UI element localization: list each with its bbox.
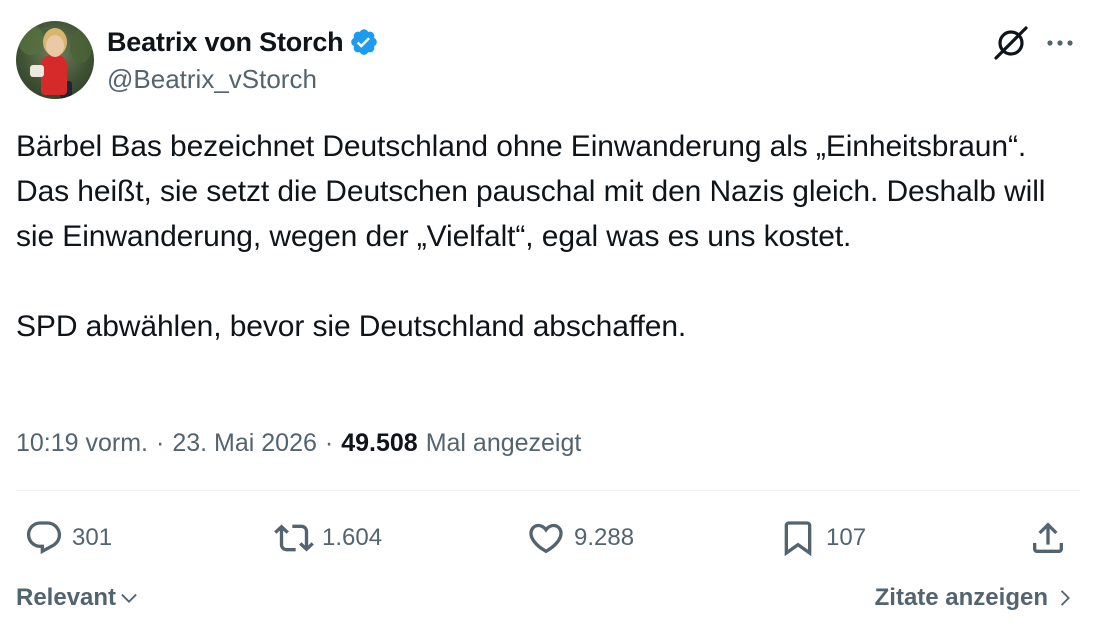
meta-separator: · xyxy=(324,428,334,457)
tweet-meta: 10:19 vorm. · 23. Mai 2026 · 49.508 Mal … xyxy=(16,424,581,462)
tweet-paragraph: SPD abwählen, bevor sie Deutschland absc… xyxy=(16,310,687,343)
avatar-figure-bag xyxy=(30,65,44,77)
avatar-foliage-right xyxy=(70,29,92,63)
bookmark-icon xyxy=(784,521,812,557)
like-count: 9.288 xyxy=(574,524,635,551)
views-label: Mal angezeigt xyxy=(425,428,582,457)
share-button[interactable] xyxy=(1028,516,1068,560)
view-quotes-link[interactable]: Zitate anzeigen xyxy=(875,580,1076,616)
avatar[interactable] xyxy=(16,21,94,99)
tweet-time[interactable]: 10:19 vorm. xyxy=(16,429,148,458)
author-display-name[interactable]: Beatrix von Storch xyxy=(107,27,344,58)
share-icon xyxy=(1033,522,1063,553)
reply-count: 301 xyxy=(72,524,113,551)
avatar-foliage-left xyxy=(18,25,44,55)
tweet-detail: Beatrix von Storch @Beatrix_vStorch Bärb… xyxy=(0,0,1098,626)
bookmark-button[interactable]: 107 xyxy=(778,516,866,560)
heart-icon xyxy=(529,523,563,554)
more-icon[interactable] xyxy=(1042,28,1078,58)
avatar-figure-body xyxy=(41,55,67,95)
avatar-figure-head xyxy=(46,35,64,57)
chevron-right-icon xyxy=(1060,590,1070,606)
sort-replies-dropdown[interactable]: Relevant xyxy=(16,580,140,616)
tweet-date[interactable]: 23. Mai 2026 xyxy=(172,429,317,458)
like-button[interactable]: 9.288 xyxy=(526,516,634,560)
author-handle[interactable]: @Beatrix_vStorch xyxy=(107,64,317,95)
quotes-label: Zitate anzeigen xyxy=(874,584,1048,611)
repost-button[interactable]: 1.604 xyxy=(274,516,382,560)
tweet-text: Bärbel Bas bezeichnet Deutschland ohne E… xyxy=(16,124,1086,349)
chevron-down-icon xyxy=(121,593,137,603)
views-count: 49.508 xyxy=(341,428,418,457)
divider xyxy=(16,490,1080,491)
reply-icon xyxy=(26,521,62,555)
grok-icon[interactable] xyxy=(992,24,1030,62)
reply-button[interactable]: 301 xyxy=(24,516,112,560)
author-name-row: Beatrix von Storch xyxy=(107,25,379,59)
repost-count: 1.604 xyxy=(322,524,383,551)
verified-badge-icon[interactable] xyxy=(349,27,379,57)
meta-separator: · xyxy=(156,428,165,457)
sort-label: Relevant xyxy=(16,584,117,611)
tweet-paragraph: Bärbel Bas bezeichnet Deutschland ohne E… xyxy=(16,130,1046,253)
repost-icon xyxy=(274,524,314,552)
bookmark-count: 107 xyxy=(826,524,867,551)
